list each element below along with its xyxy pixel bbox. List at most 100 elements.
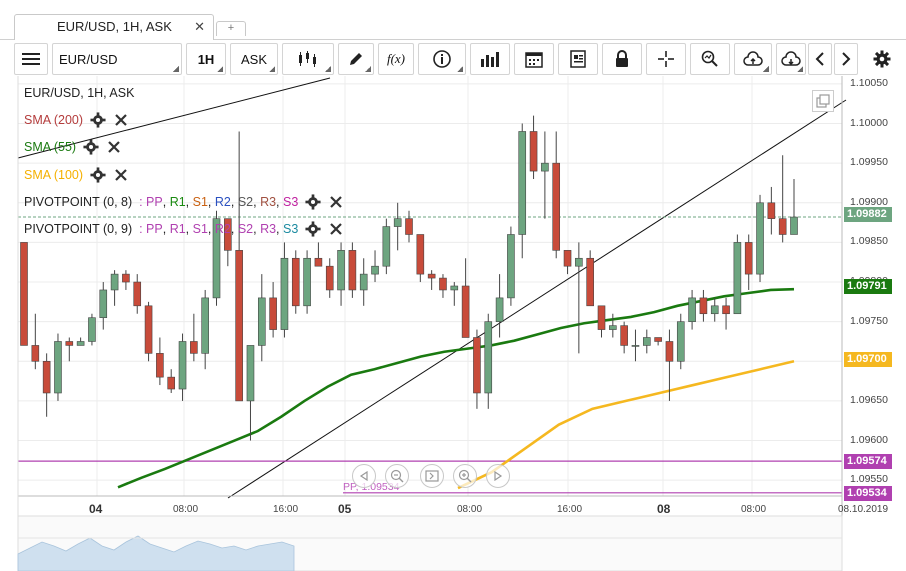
volume-button[interactable]	[470, 43, 510, 75]
candle-body	[790, 216, 798, 235]
pan-right-button[interactable]	[486, 464, 510, 488]
add-tab-button[interactable]: +	[216, 21, 246, 36]
crosshair-button[interactable]	[646, 43, 686, 75]
pivot9-s3: S3	[283, 222, 299, 236]
candle-body	[484, 321, 493, 394]
pivot8-r3: R3	[260, 195, 277, 209]
gear-icon[interactable]	[305, 194, 321, 210]
candle-body	[325, 265, 334, 291]
draw-tools-button[interactable]	[338, 43, 374, 75]
pp8-price-tag: 1.09574	[844, 454, 892, 469]
y-tick-label: 1.10000	[850, 116, 888, 129]
indicators-button[interactable]: f(x)	[378, 43, 414, 75]
side-value: ASK	[240, 51, 267, 67]
candle-body	[337, 250, 345, 291]
pivot9-r3: R3	[260, 222, 277, 236]
chevron-down-icon	[365, 66, 371, 72]
gear-icon	[873, 50, 891, 68]
candle-body	[507, 234, 515, 299]
y-tick-label: 1.10050	[850, 76, 888, 89]
candle-body	[235, 250, 243, 402]
side-select[interactable]: ASK	[230, 43, 278, 75]
candle-body	[722, 305, 730, 315]
candle-body	[439, 277, 447, 291]
pivot8-s1: S1	[192, 195, 208, 209]
pan-left-button[interactable]	[352, 464, 376, 488]
zoom-out-button[interactable]	[385, 464, 409, 488]
chevron-down-icon	[763, 66, 769, 72]
axes	[17, 76, 843, 516]
close-icon[interactable]	[106, 139, 122, 155]
pivot8-r2: R2	[214, 195, 231, 209]
scroll-right-button[interactable]	[834, 43, 858, 75]
close-icon[interactable]	[113, 167, 129, 183]
pivot8-s3: S3	[283, 195, 299, 209]
cloud-download-icon	[781, 51, 801, 66]
x-tick-label: 08.10.2019	[838, 504, 889, 515]
candle-body	[371, 265, 379, 275]
close-icon[interactable]	[113, 112, 129, 128]
candle-body	[586, 257, 594, 307]
scroll-left-button[interactable]	[808, 43, 832, 75]
hamburger-icon	[22, 53, 40, 65]
reset-view-button[interactable]	[420, 464, 444, 488]
candle-body	[246, 345, 255, 402]
gear-icon[interactable]	[83, 139, 99, 155]
gear-icon[interactable]	[90, 167, 106, 183]
close-icon[interactable]	[328, 221, 344, 237]
tab-title: EUR/USD, 1H, ASK	[57, 19, 172, 34]
lock-button[interactable]	[602, 43, 642, 75]
candle-body	[393, 218, 402, 227]
sma100-label: SMA (100)	[24, 168, 84, 182]
zoom-button[interactable]	[690, 43, 730, 75]
navigator-minimap[interactable]	[17, 515, 843, 571]
candle-body	[31, 345, 40, 362]
candle-body	[744, 242, 753, 275]
gear-icon[interactable]	[90, 112, 106, 128]
interval-select[interactable]: 1H	[186, 43, 226, 75]
crosshair-icon	[658, 51, 674, 67]
candle-body	[756, 202, 764, 275]
news-button[interactable]	[558, 43, 598, 75]
candle-body	[597, 305, 606, 330]
pivot9-r2: R2	[214, 222, 231, 236]
pivot8-sep: :	[139, 195, 143, 209]
y-tick-label: 1.09850	[850, 235, 888, 248]
x-tick-label: 04	[89, 502, 103, 516]
candles	[20, 115, 798, 441]
chevron-down-icon	[797, 66, 803, 72]
price-chart[interactable]	[0, 76, 906, 571]
y-tick-label: 1.09950	[850, 156, 888, 169]
candle-body	[767, 202, 776, 219]
candle-body	[42, 360, 51, 394]
pencil-icon	[350, 53, 362, 65]
chevron-down-icon	[269, 66, 275, 72]
gear-icon[interactable]	[305, 221, 321, 237]
chart-type-button[interactable]	[282, 43, 334, 75]
candle-body	[609, 325, 617, 330]
menu-button[interactable]	[14, 43, 48, 75]
settings-button[interactable]	[866, 43, 898, 75]
candle-body	[20, 242, 28, 346]
candle-body	[190, 341, 198, 354]
zoom-in-button[interactable]	[453, 464, 477, 488]
candle-body	[405, 218, 413, 235]
candle-body	[778, 218, 787, 235]
x-tick-label: 08	[657, 502, 671, 516]
sma100-price-tag: 1.09700	[844, 352, 892, 367]
info-button[interactable]	[418, 43, 466, 75]
symbol-select[interactable]: EUR/USD	[52, 43, 182, 75]
maximize-button[interactable]	[812, 90, 834, 112]
chevron-left-icon	[815, 52, 824, 66]
upload-button[interactable]	[734, 43, 772, 75]
interval-value: 1H	[197, 51, 215, 67]
close-icon[interactable]	[328, 194, 344, 210]
download-button[interactable]	[776, 43, 806, 75]
tab-eurusd[interactable]: EUR/USD, 1H, ASK ✕	[14, 14, 214, 40]
tab-close-icon[interactable]: ✕	[194, 15, 205, 39]
grid	[18, 76, 843, 496]
chart-panel[interactable]: EUR/USD, 1H, ASK SMA (200) SMA (55) SMA …	[0, 76, 906, 571]
calendar-button[interactable]	[514, 43, 554, 75]
chevron-down-icon	[457, 66, 463, 72]
candle-body	[563, 250, 572, 267]
